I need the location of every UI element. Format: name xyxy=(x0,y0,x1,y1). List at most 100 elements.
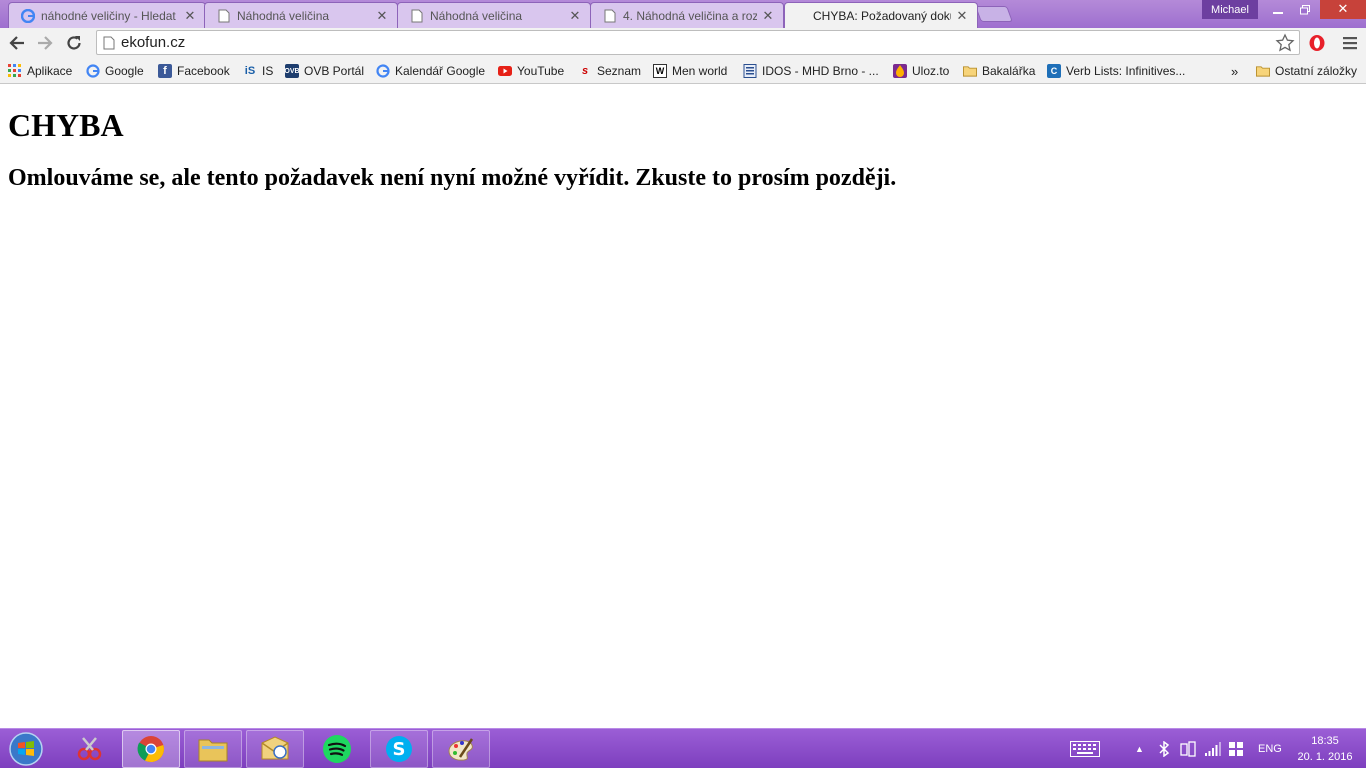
device-icon xyxy=(1180,741,1196,757)
chevron-up-icon: ▲ xyxy=(1135,744,1144,754)
bookmarks-overflow-button[interactable]: » xyxy=(1231,62,1238,80)
start-orb-icon xyxy=(9,732,43,766)
bookmark-youtube[interactable]: YouTube xyxy=(498,62,564,80)
bookmark-ostatni-zalozky[interactable]: Ostatní záložky xyxy=(1256,62,1357,80)
is-icon: iS xyxy=(244,65,256,77)
chrome-icon xyxy=(137,736,164,763)
bookmark-label: Verb Lists: Infinitives... xyxy=(1066,64,1186,78)
tab-google-search[interactable]: náhodné veličiny - Hledat ✕ xyxy=(8,2,206,28)
error-heading: CHYBA xyxy=(8,107,124,143)
tab-title: Náhodná veličina xyxy=(237,8,330,23)
page-icon xyxy=(603,9,617,23)
windows-taskbar: S ▲ ENG 18:35 20. 1. 2016 xyxy=(0,728,1366,768)
bluetooth-icon xyxy=(1159,741,1170,757)
verb-lists-icon: C xyxy=(1047,64,1061,78)
tray-show-hidden-icons[interactable]: ▲ xyxy=(1135,729,1144,768)
bookmark-idos[interactable]: IDOS - MHD Brno - ... xyxy=(743,62,879,80)
taskbar-snipping-tool[interactable] xyxy=(60,730,118,768)
start-button[interactable] xyxy=(6,731,46,767)
taskbar-file-explorer[interactable] xyxy=(184,730,242,768)
youtube-icon xyxy=(498,64,512,78)
tray-device[interactable] xyxy=(1180,729,1196,768)
tab-strip: náhodné veličiny - Hledat ✕ Náhodná veli… xyxy=(0,0,1366,28)
tab-close-icon[interactable]: ✕ xyxy=(955,8,969,24)
tray-action-center[interactable] xyxy=(1229,729,1243,768)
minimize-icon xyxy=(1273,11,1283,14)
menworld-icon: W xyxy=(653,64,667,78)
taskbar-spotify[interactable] xyxy=(308,730,366,768)
bookmark-google[interactable]: Google xyxy=(86,62,144,80)
browser-toolbar xyxy=(0,28,1366,58)
spotify-icon xyxy=(323,735,351,763)
taskbar-outlook[interactable] xyxy=(246,730,304,768)
address-bar[interactable] xyxy=(96,30,1300,55)
tab-nahodna-velicina-2[interactable]: Náhodná veličina ✕ xyxy=(397,2,591,28)
tab-title: 4. Náhodná veličina a rozd xyxy=(623,8,757,23)
page-icon xyxy=(410,9,424,23)
bookmark-label: IDOS - MHD Brno - ... xyxy=(762,64,879,78)
tab-close-icon[interactable]: ✕ xyxy=(375,8,389,24)
file-explorer-icon xyxy=(198,739,228,762)
paint-icon xyxy=(448,738,474,761)
taskbar-chrome[interactable] xyxy=(122,730,180,768)
opera-extension-button[interactable] xyxy=(1305,31,1329,55)
address-input[interactable] xyxy=(121,33,1261,52)
bookmarks-bar: Aplikace Google f Facebook iS IS OVB OVB… xyxy=(0,58,1366,84)
bookmark-verb-lists[interactable]: C Verb Lists: Infinitives... xyxy=(1047,62,1185,80)
bookmark-star-icon[interactable] xyxy=(1275,33,1295,53)
tray-bluetooth[interactable] xyxy=(1158,729,1170,768)
profile-button[interactable]: Michael xyxy=(1202,0,1258,19)
bookmark-ovb-portal[interactable]: OVB OVB Portál xyxy=(284,62,365,80)
maximize-button[interactable] xyxy=(1292,0,1318,19)
bookmark-label: Google xyxy=(105,64,144,78)
tab-title: Náhodná veličina xyxy=(430,8,523,23)
bookmark-label: OVB Portál xyxy=(304,64,365,78)
taskbar-paint[interactable] xyxy=(432,730,490,768)
clock-date: 20. 1. 2016 xyxy=(1297,751,1353,763)
bookmark-men-world[interactable]: W Men world xyxy=(653,62,727,80)
facebook-icon: f xyxy=(158,64,172,78)
google-icon xyxy=(376,64,390,78)
reload-button[interactable] xyxy=(62,31,86,55)
bookmark-ulozto[interactable]: Uloz.to xyxy=(893,62,949,80)
close-icon: ✕ xyxy=(1337,2,1349,17)
taskbar-skype[interactable]: S xyxy=(370,730,428,768)
tab-nahodna-velicina-1[interactable]: Náhodná veličina ✕ xyxy=(204,2,398,28)
page-content: CHYBA Omlouváme se, ale tento požadavek … xyxy=(0,85,1366,728)
opera-icon xyxy=(1309,35,1325,51)
tray-language[interactable]: ENG xyxy=(1258,729,1282,768)
tab-close-icon[interactable]: ✕ xyxy=(183,8,197,24)
bookmark-label: Kalendář Google xyxy=(395,64,486,78)
ovb-icon: OVB xyxy=(284,64,300,78)
bookmark-aplikace[interactable]: Aplikace xyxy=(8,62,72,80)
arrow-left-icon xyxy=(9,36,24,50)
tray-clock[interactable]: 18:35 20. 1. 2016 xyxy=(1290,733,1360,765)
apps-grid-icon xyxy=(8,64,22,78)
ulozto-icon xyxy=(893,64,907,78)
minimize-button[interactable] xyxy=(1264,0,1292,19)
forward-button[interactable] xyxy=(33,31,57,55)
bookmark-seznam[interactable]: s Seznam xyxy=(578,62,641,80)
bookmark-facebook[interactable]: f Facebook xyxy=(158,62,230,80)
bookmark-bakalarka[interactable]: Bakalářka xyxy=(963,62,1035,80)
close-window-button[interactable]: ✕ xyxy=(1320,0,1366,19)
new-tab-button[interactable] xyxy=(975,6,1013,22)
snipping-tool-icon xyxy=(77,737,102,761)
page-info-icon[interactable] xyxy=(103,36,115,50)
bookmark-kalendar-google[interactable]: Kalendář Google xyxy=(376,62,485,80)
tab-close-icon[interactable]: ✕ xyxy=(761,8,775,24)
bookmark-is[interactable]: iS IS xyxy=(243,62,274,80)
signal-bars-icon xyxy=(1205,742,1221,756)
tray-network[interactable] xyxy=(1205,729,1221,768)
menu-button[interactable] xyxy=(1338,31,1362,55)
tab-chyba[interactable]: CHYBA: Požadovaný dokum ✕ xyxy=(784,2,978,28)
bookmark-label: Seznam xyxy=(597,64,642,78)
tab-nahodna-velicina-rozdeleni[interactable]: 4. Náhodná veličina a rozd ✕ xyxy=(590,2,784,28)
outlook-icon xyxy=(261,736,289,760)
arrow-right-icon xyxy=(38,36,53,50)
bookmark-label: Facebook xyxy=(177,64,230,78)
touch-keyboard-button[interactable] xyxy=(1070,729,1100,768)
tab-close-icon[interactable]: ✕ xyxy=(568,8,582,24)
folder-icon xyxy=(963,64,977,78)
back-button[interactable] xyxy=(5,31,29,55)
